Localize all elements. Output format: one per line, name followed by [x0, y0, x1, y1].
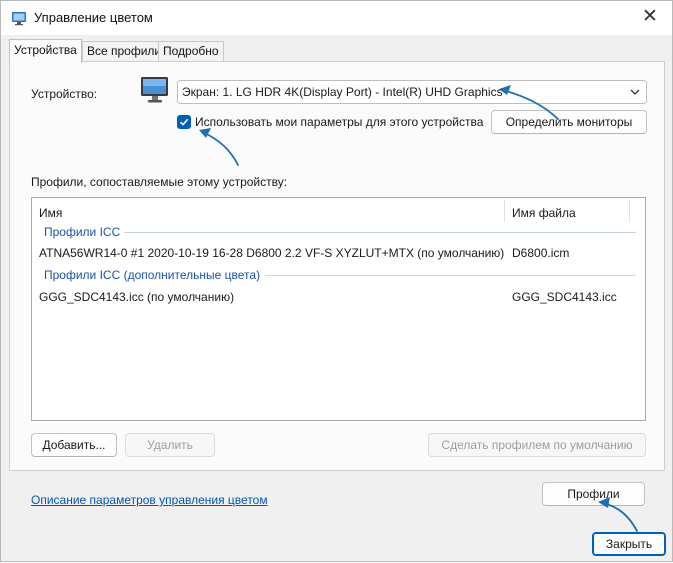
title-bar: Управление цветом ✕ [1, 1, 672, 35]
tab-all-profiles[interactable]: Все профили [82, 41, 167, 61]
column-header-name[interactable]: Имя [39, 206, 62, 220]
profiles-list[interactable]: Имя Имя файла Профили ICC ATNA56WR14-0 #… [31, 197, 646, 421]
profile-name-cell: ATNA56WR14-0 #1 2020-10-19 16-28 D6800 2… [39, 246, 505, 260]
device-label: Устройство: [31, 87, 98, 101]
close-button[interactable]: Закрыть [592, 532, 666, 556]
use-my-settings-checkbox[interactable] [177, 115, 191, 129]
column-divider[interactable] [629, 200, 630, 222]
color-management-help-link[interactable]: Описание параметров управления цветом [31, 493, 268, 507]
column-divider[interactable] [504, 200, 505, 222]
tab-advanced[interactable]: Подробно [158, 41, 224, 61]
group-divider [124, 232, 636, 233]
profile-row[interactable]: ATNA56WR14-0 #1 2020-10-19 16-28 D6800 2… [32, 243, 645, 263]
group-divider [265, 275, 636, 276]
close-window-icon[interactable]: ✕ [638, 5, 662, 29]
profile-file-cell: GGG_SDC4143.icc [512, 290, 617, 304]
group-header-icc-extra[interactable]: Профили ICC (дополнительные цвета) [44, 268, 260, 284]
use-my-settings-label[interactable]: Использовать мои параметры для этого уст… [195, 115, 483, 129]
chevron-down-icon [629, 86, 641, 98]
color-management-window: Управление цветом ✕ Устройства Все профи… [0, 0, 673, 562]
column-header-file[interactable]: Имя файла [512, 206, 576, 220]
profiles-button[interactable]: Профили [542, 482, 645, 506]
profiles-section-label: Профили, сопоставляемые этому устройству… [31, 175, 288, 189]
profile-name-cell: GGG_SDC4143.icc (по умолчанию) [39, 290, 235, 304]
device-select[interactable]: Экран: 1. LG HDR 4K(Display Port) - Inte… [177, 80, 647, 104]
annotation-arrow [602, 502, 638, 532]
add-profile-button[interactable]: Добавить... [31, 433, 117, 457]
profile-row[interactable]: GGG_SDC4143.icc (по умолчанию) GGG_SDC41… [32, 287, 645, 307]
monitor-icon [139, 74, 171, 106]
color-management-app-icon [11, 10, 27, 26]
device-select-value: Экран: 1. LG HDR 4K(Display Port) - Inte… [182, 85, 503, 99]
profile-file-cell: D6800.icm [512, 246, 570, 260]
set-default-profile-button[interactable]: Сделать профилем по умолчанию [428, 433, 646, 457]
tab-devices[interactable]: Устройства [9, 39, 82, 63]
remove-profile-button[interactable]: Удалить [125, 433, 215, 457]
group-header-icc[interactable]: Профили ICC [44, 225, 120, 241]
window-title: Управление цветом [34, 10, 153, 25]
identify-monitors-button[interactable]: Определить мониторы [491, 110, 647, 134]
